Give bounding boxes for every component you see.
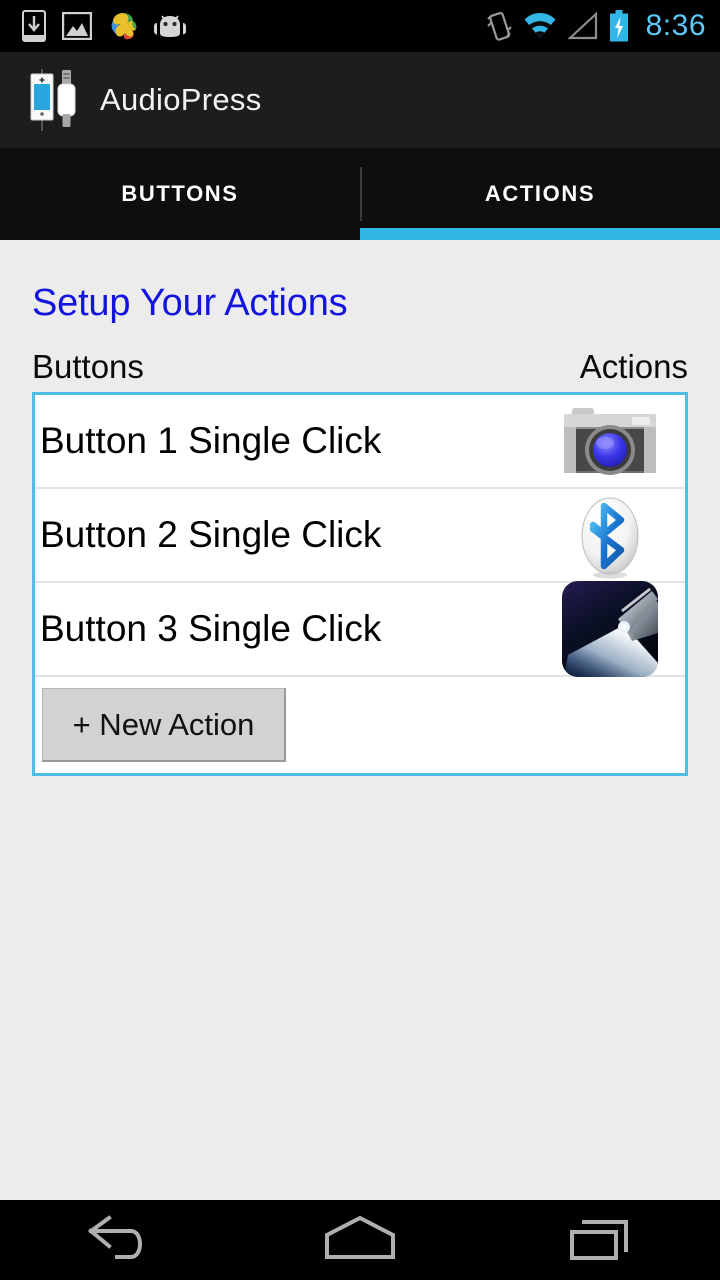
status-bar: 8:36 bbox=[0, 0, 720, 52]
page-title: Setup Your Actions bbox=[32, 282, 348, 324]
app-title: AudioPress bbox=[100, 82, 262, 117]
recent-apps-icon bbox=[568, 1214, 632, 1267]
status-bar-system-icons: 8:36 bbox=[486, 9, 706, 43]
table-row[interactable]: Button 2 Single Click bbox=[35, 489, 685, 583]
new-action-button[interactable]: + New Action bbox=[42, 688, 286, 762]
new-action-button-label: + New Action bbox=[72, 706, 255, 742]
tab-actions[interactable]: ACTIONS bbox=[360, 148, 720, 240]
main-content: Setup Your Actions Buttons Actions Butto… bbox=[0, 240, 720, 1200]
tab-divider bbox=[360, 167, 362, 221]
actions-table: Button 1 Single Click Button 2 Single Cl… bbox=[32, 392, 688, 776]
home-button[interactable] bbox=[240, 1200, 480, 1280]
tab-buttons[interactable]: BUTTONS bbox=[0, 148, 360, 240]
tab-actions-label: ACTIONS bbox=[484, 181, 596, 206]
android-screen: 8:36 AudioPress BUTTONS ACTIONS Setup Yo… bbox=[0, 0, 720, 1280]
new-action-row: + New Action bbox=[35, 677, 685, 773]
row-button-label: Button 2 Single Click bbox=[40, 514, 382, 555]
tab-bar: BUTTONS ACTIONS bbox=[0, 148, 720, 240]
photos-swirl-icon bbox=[108, 11, 138, 41]
column-header-buttons: Buttons bbox=[32, 348, 144, 385]
cellular-signal-icon bbox=[567, 12, 598, 40]
battery-charging-icon bbox=[609, 10, 629, 42]
home-pentagon-icon bbox=[323, 1215, 397, 1266]
active-tab-indicator bbox=[360, 228, 720, 240]
download-to-device-icon bbox=[22, 10, 46, 42]
app-action-bar: AudioPress bbox=[0, 52, 720, 148]
back-button[interactable] bbox=[0, 1200, 240, 1280]
audiopress-app-icon bbox=[26, 67, 82, 133]
bluetooth-icon[interactable] bbox=[561, 492, 659, 579]
recents-button[interactable] bbox=[480, 1200, 720, 1280]
row-button-label: Button 3 Single Click bbox=[40, 608, 382, 649]
column-headers: Buttons Actions bbox=[32, 341, 688, 385]
vibrate-icon bbox=[486, 10, 512, 42]
camera-icon[interactable] bbox=[561, 398, 659, 484]
table-row[interactable]: Button 1 Single Click bbox=[35, 395, 685, 489]
status-bar-clock: 8:36 bbox=[645, 9, 706, 42]
tab-buttons-label: BUTTONS bbox=[121, 181, 239, 206]
table-row[interactable]: Button 3 Single Click bbox=[35, 581, 685, 677]
wifi-icon bbox=[523, 12, 557, 40]
flashlight-icon[interactable] bbox=[561, 581, 659, 677]
status-bar-notification-icons bbox=[22, 10, 486, 42]
system-navigation-bar bbox=[0, 1200, 720, 1280]
screenshot-image-icon bbox=[62, 12, 92, 40]
back-arrow-icon bbox=[87, 1214, 153, 1266]
row-button-label: Button 1 Single Click bbox=[40, 420, 382, 461]
column-header-actions: Actions bbox=[579, 348, 688, 385]
android-robot-icon bbox=[154, 13, 186, 39]
